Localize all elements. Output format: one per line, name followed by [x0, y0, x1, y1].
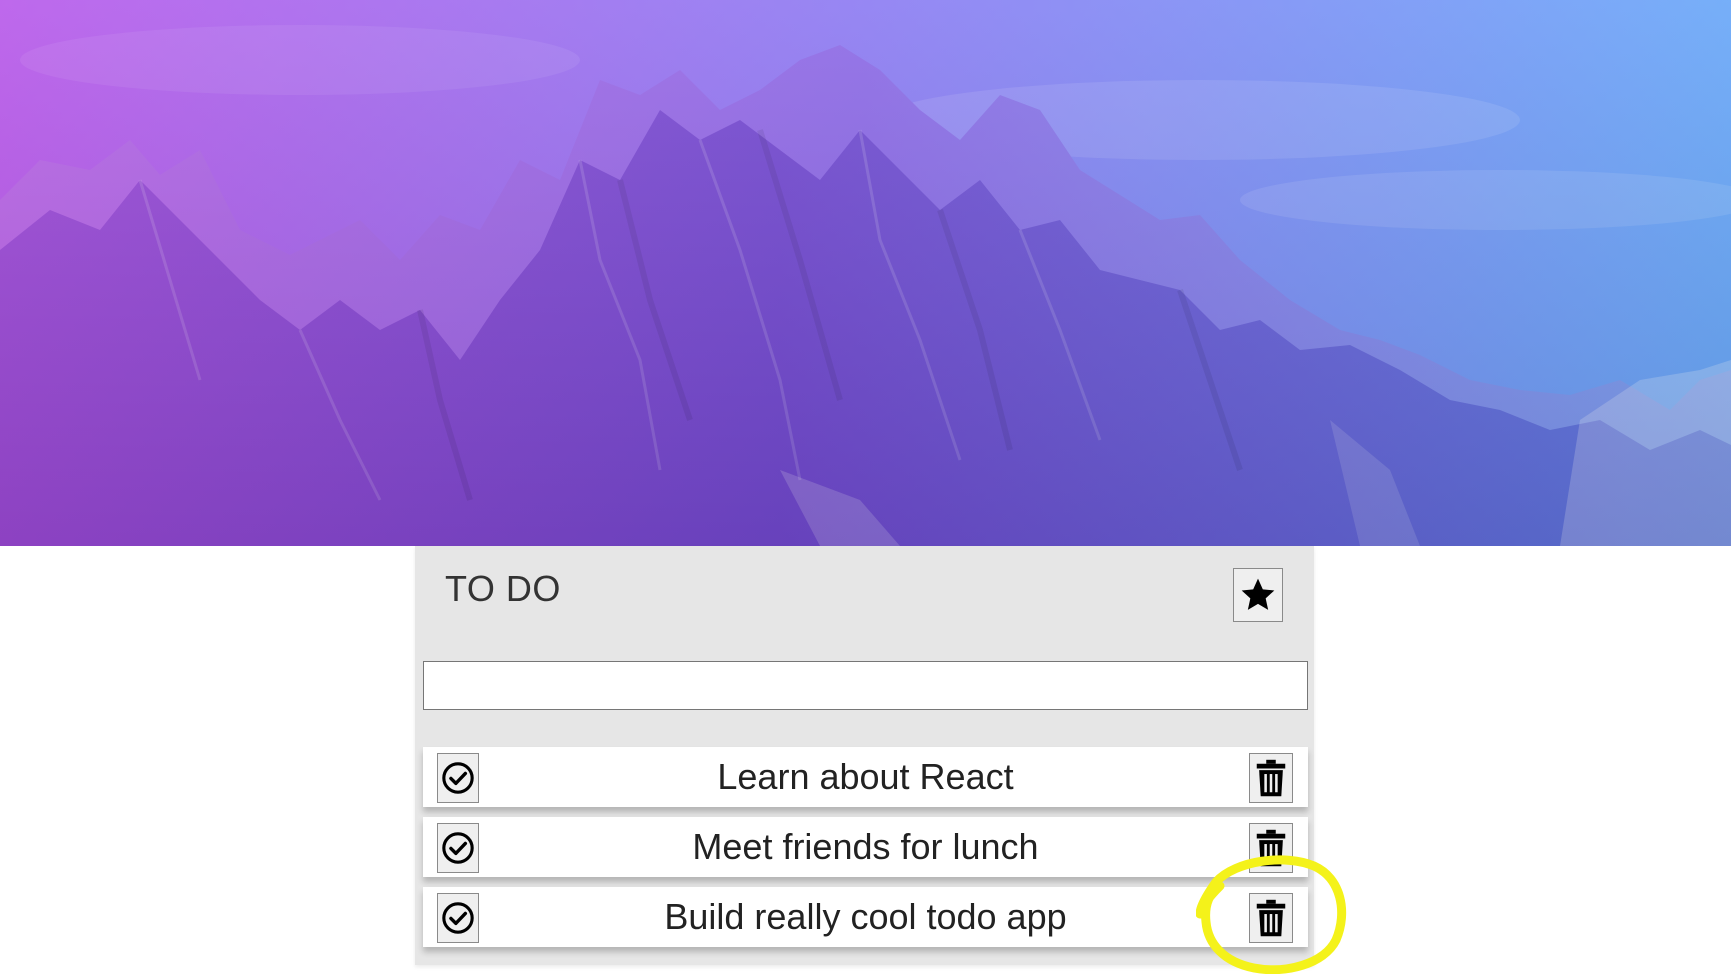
- todo-item: Learn about React: [423, 747, 1308, 807]
- todo-text: Build really cool todo app: [664, 896, 1067, 937]
- hero-banner: [0, 0, 1731, 546]
- todo-panel: TO DO Learn about React Meet friends for…: [415, 546, 1314, 965]
- trash-icon: [1256, 899, 1286, 937]
- todo-text: Learn about React: [717, 756, 1014, 797]
- trash-icon: [1256, 829, 1286, 867]
- new-todo-input[interactable]: [423, 661, 1308, 710]
- check-circle-icon: [442, 832, 474, 864]
- trash-icon: [1256, 759, 1286, 797]
- mountain-background-image: [0, 0, 1731, 546]
- check-circle-icon: [442, 902, 474, 934]
- star-icon: [1241, 578, 1275, 610]
- complete-todo-button[interactable]: [437, 753, 479, 803]
- complete-todo-button[interactable]: [437, 823, 479, 873]
- todo-text: Meet friends for lunch: [692, 826, 1039, 867]
- delete-todo-button[interactable]: [1249, 893, 1293, 943]
- todo-item: Build really cool todo app: [423, 887, 1308, 947]
- check-circle-icon: [442, 762, 474, 794]
- favorites-button[interactable]: [1233, 568, 1283, 622]
- todo-item: Meet friends for lunch: [423, 817, 1308, 877]
- complete-todo-button[interactable]: [437, 893, 479, 943]
- app-title: TO DO: [445, 568, 561, 609]
- delete-todo-button[interactable]: [1249, 753, 1293, 803]
- todo-list: Learn about React Meet friends for lunch…: [423, 747, 1308, 957]
- delete-todo-button[interactable]: [1249, 823, 1293, 873]
